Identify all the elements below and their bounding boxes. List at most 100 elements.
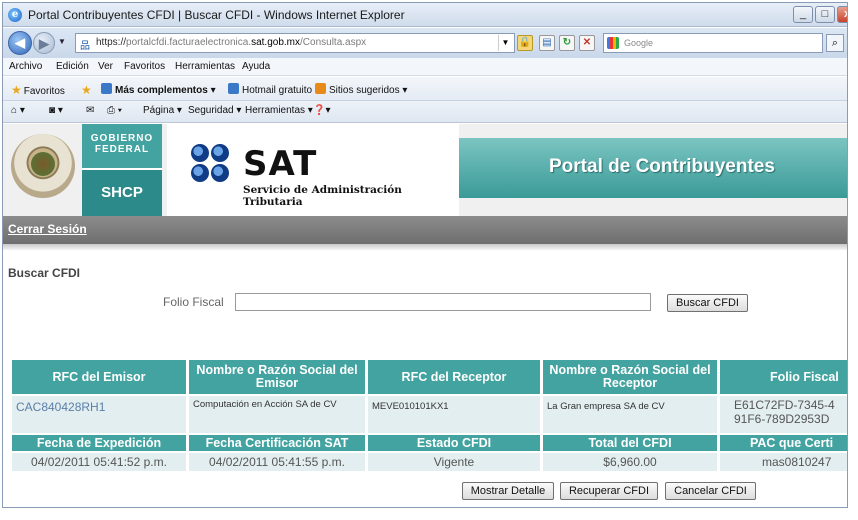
security-menu[interactable]: Seguridad ▾ (188, 105, 241, 116)
add-favorite-icon[interactable]: ★ (81, 83, 94, 97)
table-cell[interactable]: CAC840428RH1 (12, 396, 186, 433)
page-content: Gobierno Federal SHCP SAT Servicio de Adm… (3, 124, 847, 507)
menu-archivo[interactable]: Archivo (9, 61, 42, 72)
pac-value[interactable]: mas0810247 (720, 453, 847, 471)
history-dropdown-icon[interactable]: ▼ (58, 37, 66, 46)
portal-title: Portal de Contribuyentes (549, 156, 775, 177)
padlock-icon[interactable]: 🔒 (517, 35, 533, 51)
search-icon[interactable]: ⌕ (826, 34, 844, 52)
column-header: Estado CFDI (368, 435, 540, 451)
menu-ver[interactable]: Ver (98, 61, 113, 72)
url-subdomain: portalcfdi.facturaelectronica. (126, 37, 252, 48)
browser-window: e Portal Contribuyentes CFDI | Buscar CF… (2, 2, 848, 508)
column-header: Folio Fiscal (720, 360, 847, 394)
suggested-sites-link[interactable]: Sitios sugeridos ▾ (315, 83, 407, 96)
minimize-button[interactable]: _ (793, 6, 813, 23)
table-cell[interactable]: MEVE010101KX1 (368, 396, 540, 433)
print-icon[interactable]: ⎙ ▾ (107, 105, 122, 116)
menu-bar: Archivo Edición Ver Favoritos Herramient… (3, 58, 847, 76)
home-icon[interactable]: ⌂ ▾ (11, 105, 25, 116)
star-icon: ★ (11, 83, 22, 97)
nombre-emisor-value: Computación en Acción SA de CV (193, 399, 337, 410)
more-addons-label: Más complementos (115, 85, 208, 96)
portal-band: Portal de Contribuyentes (459, 138, 847, 198)
folio-fiscal-value: E61C72FD-7345-4 91F6-789D2953D (734, 398, 835, 426)
url-path: /Consulta.aspx (300, 37, 367, 48)
hotmail-link[interactable]: Hotmail gratuito (228, 83, 312, 96)
title-bar: e Portal Contribuyentes CFDI | Buscar CF… (3, 3, 847, 27)
search-placeholder: Google (624, 38, 654, 48)
fecha-expedicion-value[interactable]: 04/02/2011 05:41:52 p.m. (12, 453, 186, 471)
gob-line2: Federal (94, 144, 150, 155)
column-header: RFC del Emisor (12, 360, 186, 394)
sat-banner: Gobierno Federal SHCP SAT Servicio de Adm… (3, 124, 847, 216)
recover-cfdi-button[interactable]: Recuperar CFDI (560, 482, 658, 500)
menu-herramientas[interactable]: Herramientas (175, 61, 235, 72)
search-cfdi-button[interactable]: Buscar CFDI (667, 294, 748, 312)
search-input[interactable]: Google (603, 33, 823, 53)
favorites-bar: ★ Favoritos ★ Más complementos ▾ Hotmail … (3, 77, 847, 101)
mexico-seal-logo (11, 134, 75, 198)
section-title: Buscar CFDI (8, 266, 81, 280)
ie-icon: e (8, 8, 22, 22)
address-dropdown-icon[interactable]: ▼ (498, 35, 512, 51)
menu-favoritos[interactable]: Favoritos (124, 61, 165, 72)
address-row: ◀ ▶ ▼ 品 https://portalcfdi.facturaelectr… (3, 28, 847, 58)
divider (3, 244, 847, 250)
sat-name: SAT (243, 144, 318, 184)
ie-page-icon (228, 83, 239, 94)
feeds-icon[interactable]: ◙ ▾ (49, 105, 63, 116)
hotmail-label: Hotmail gratuito (242, 85, 313, 96)
gobierno-federal-block: Gobierno Federal SHCP (82, 124, 162, 216)
ie-page-icon (101, 83, 112, 94)
rfc-receptor-value: MEVE010101KX1 (372, 401, 449, 412)
back-button[interactable]: ◀ (8, 31, 32, 55)
url-prefix: https:// (96, 37, 127, 48)
table-cell[interactable]: La Gran empresa SA de CV (543, 396, 717, 433)
forward-button[interactable]: ▶ (33, 32, 55, 54)
rfc-emisor-value: CAC840428RH1 (16, 400, 106, 414)
window-title: Portal Contribuyentes CFDI | Buscar CFDI… (28, 8, 405, 22)
favorites-label: Favoritos (23, 86, 65, 97)
column-header: Nombre o Razón Social del Emisor (189, 360, 365, 394)
tools-menu-label: Herramientas (245, 105, 306, 116)
column-header: Nombre o Razón Social del Receptor (543, 360, 717, 394)
menu-ayuda[interactable]: Ayuda (242, 61, 270, 72)
table-cell[interactable]: Computación en Acción SA de CV (189, 396, 365, 433)
cancel-cfdi-button[interactable]: Cancelar CFDI (665, 482, 756, 500)
folio-fiscal-input[interactable] (235, 293, 651, 311)
logout-link[interactable]: Cerrar Sesión (8, 222, 87, 236)
more-addons-link[interactable]: Más complementos ▾ (101, 83, 216, 96)
total-cfdi-value[interactable]: $6,960.00 (543, 453, 717, 471)
site-icon: 品 (80, 41, 90, 52)
refresh-icon[interactable]: ↻ (559, 35, 575, 51)
shcp-label: SHCP (101, 184, 143, 201)
stop-icon[interactable]: ✕ (579, 35, 595, 51)
estado-cfdi-value[interactable]: Vigente (368, 453, 540, 471)
column-header: PAC que Certi (720, 435, 847, 451)
column-header: Fecha de Expedición (12, 435, 186, 451)
sat-full-name: Servicio de Administración Tributaria (243, 184, 402, 208)
tools-menu[interactable]: Herramientas ▾ (245, 105, 313, 116)
sat-logo: SAT Servicio de Administración Tributari… (167, 124, 459, 216)
fecha-certificacion-value[interactable]: 04/02/2011 05:41:55 p.m. (189, 453, 365, 471)
table-cell[interactable]: E61C72FD-7345-4 91F6-789D2953D (720, 396, 847, 433)
show-detail-button[interactable]: Mostrar Detalle (462, 482, 554, 500)
gob-line1: Gobierno (90, 133, 154, 144)
page-menu-label: Página (143, 105, 175, 116)
page-menu[interactable]: Página ▾ (143, 105, 182, 116)
folio-fiscal-label: Folio Fiscal (163, 295, 224, 309)
help-icon[interactable]: ❓▾ (313, 105, 330, 116)
security-menu-label: Seguridad (188, 105, 234, 116)
menu-edicion[interactable]: Edición (56, 61, 89, 72)
gobierno-federal-text: Gobierno Federal (82, 133, 162, 155)
maximize-button[interactable]: □ (815, 6, 835, 23)
address-field[interactable]: 品 https://portalcfdi.facturaelectronica.… (75, 33, 515, 53)
command-bar: ⌂ ▾ ◙ ▾ ✉ ⎙ ▾ Página ▾ Seguridad ▾ Herra… (3, 101, 847, 123)
favorites-button[interactable]: ★ Favoritos (11, 83, 65, 97)
column-header: Total del CFDI (543, 435, 717, 451)
mail-icon[interactable]: ✉ (86, 105, 94, 116)
compatibility-view-icon[interactable]: ▤ (539, 35, 555, 51)
url-host: sat.gob.mx (251, 37, 301, 48)
close-button[interactable]: x (837, 6, 847, 23)
